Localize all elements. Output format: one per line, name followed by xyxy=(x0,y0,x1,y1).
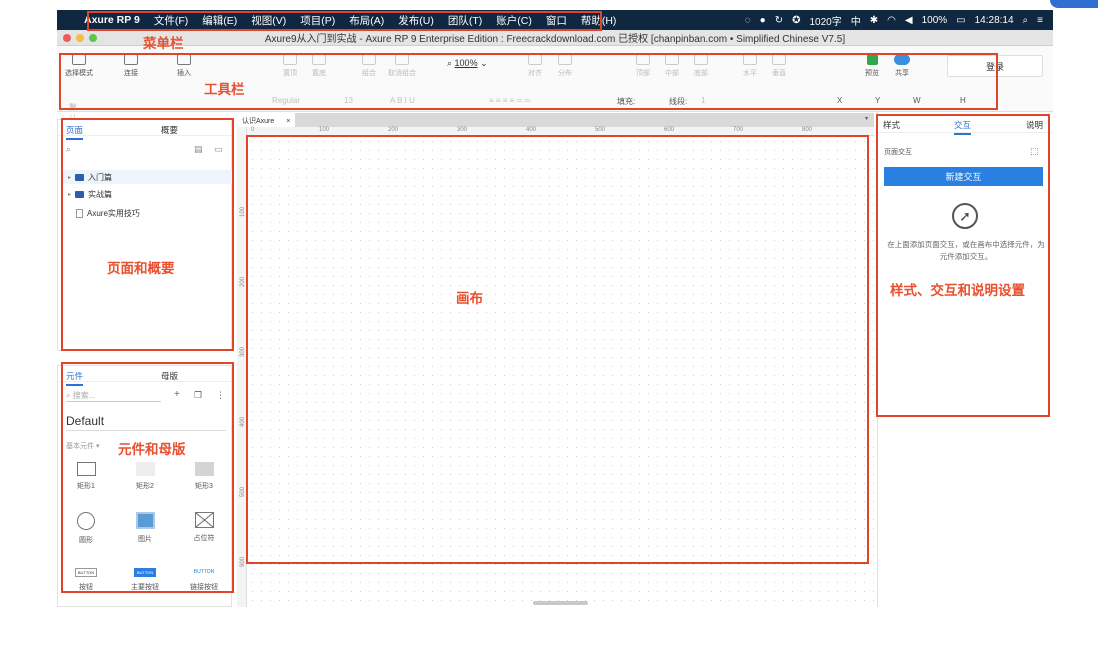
annotation-box-inspector xyxy=(876,114,1050,417)
corner-tab xyxy=(1050,0,1098,8)
chat-icon[interactable]: ◌ xyxy=(745,15,751,26)
annotation-box-pages xyxy=(61,118,234,351)
compass-icon[interactable]: ✪ xyxy=(792,15,800,26)
minimize-window-icon[interactable] xyxy=(76,34,84,42)
sync-icon[interactable]: ↻ xyxy=(775,15,783,26)
maximize-window-icon[interactable] xyxy=(89,34,97,42)
menubar-status: ◌ ● ↻ ✪ 1020字 中 ✱ ◠ ◀ 100% ▭ 14:28:14 ⌕ … xyxy=(745,13,1053,28)
ruler-tick: 0 xyxy=(251,127,255,133)
clock[interactable]: 14:28:14 xyxy=(975,15,1014,26)
annotation-pages: 页面和概要 xyxy=(107,261,175,276)
ruler-tick: 600 xyxy=(664,127,675,133)
annotation-box-widgets xyxy=(61,362,234,593)
ruler-tick: 100 xyxy=(319,127,330,133)
annotation-canvas: 画布 xyxy=(456,291,483,306)
ruler-tick: 400 xyxy=(526,127,537,133)
ruler-tick: 700 xyxy=(733,127,744,133)
window-titlebar: Axure9从入门到实战 - Axure RP 9 Enterprise Edi… xyxy=(57,30,1053,46)
close-window-icon[interactable] xyxy=(63,34,71,42)
bluetooth-icon[interactable]: ✱ xyxy=(870,15,878,26)
wechat-icon[interactable]: ● xyxy=(760,15,766,26)
ruler-tick: 200 xyxy=(388,127,399,133)
annotation-inspector: 样式、交互和说明设置 xyxy=(890,283,1025,298)
annotation-box-toolbar xyxy=(59,53,998,110)
input-method[interactable]: 中 xyxy=(851,13,861,28)
char-count: 1020字 xyxy=(809,16,842,28)
wifi-icon[interactable]: ◠ xyxy=(887,15,896,26)
annotation-menubar: 菜单栏 xyxy=(143,36,184,51)
tab-page[interactable]: 认识Axure × xyxy=(237,113,295,127)
notification-icon[interactable]: ≡ xyxy=(1037,15,1043,26)
ruler-tick: 800 xyxy=(802,127,813,133)
close-tab-icon[interactable]: × xyxy=(286,118,290,125)
window-title: Axure9从入门到实战 - Axure RP 9 Enterprise Edi… xyxy=(264,34,846,45)
canvas-tabbar: 认识Axure × ▾ xyxy=(237,113,874,127)
annotation-box-canvas xyxy=(246,135,869,564)
ruler-tick: 500 xyxy=(595,127,606,133)
annotation-widgets: 元件和母版 xyxy=(118,442,186,457)
volume-icon[interactable]: ◀ xyxy=(905,15,913,26)
canvas-scrollbar[interactable] xyxy=(533,601,588,605)
tab-dropdown-icon[interactable]: ▾ xyxy=(865,115,868,122)
annotation-box-menubar xyxy=(87,11,602,31)
battery-icon[interactable]: ▭ xyxy=(956,15,965,26)
battery-text: 100% xyxy=(921,14,948,26)
spotlight-icon[interactable]: ⌕ xyxy=(1023,15,1029,26)
tab-page-label: 认识Axure xyxy=(242,118,275,125)
ruler-tick: 300 xyxy=(457,127,468,133)
annotation-toolbar: 工具栏 xyxy=(204,82,245,97)
